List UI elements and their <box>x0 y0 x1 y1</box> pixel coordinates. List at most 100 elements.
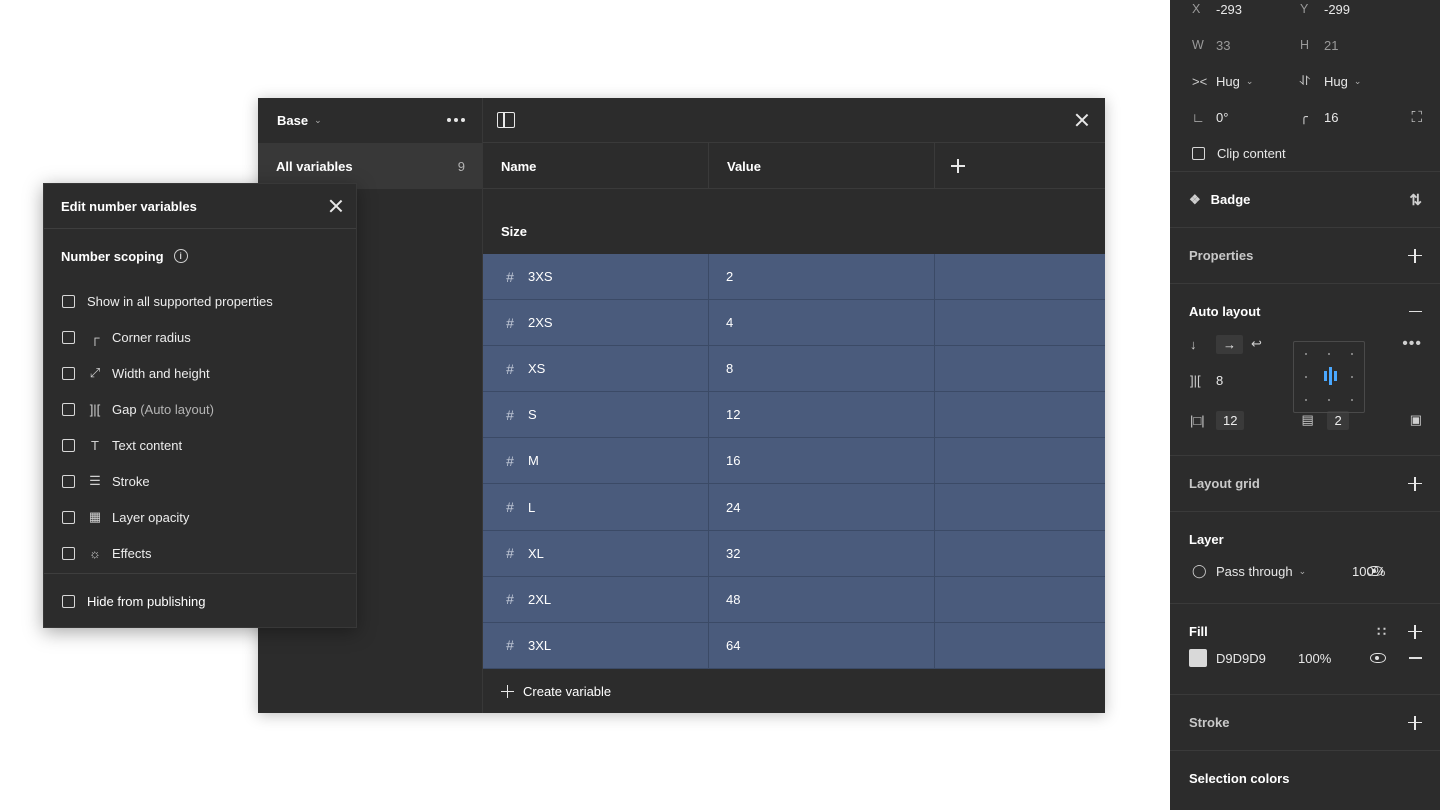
width-input[interactable]: 33 <box>1216 38 1300 53</box>
add-mode-button[interactable] <box>935 143 1105 189</box>
checkbox[interactable] <box>62 510 75 524</box>
vertical-padding-input[interactable]: 2 <box>1327 410 1349 430</box>
checkbox[interactable] <box>62 294 75 308</box>
scope-option-width-height[interactable]: ⤢ Width and height <box>44 355 356 391</box>
column-header-value[interactable]: Value <box>709 143 935 189</box>
close-icon[interactable] <box>1075 113 1089 127</box>
direction-vertical-icon[interactable]: ↓ <box>1190 337 1216 352</box>
add-fill-icon[interactable] <box>1408 624 1422 639</box>
wrap-icon[interactable]: ↩ <box>1251 336 1262 352</box>
alignment-grid[interactable] <box>1293 341 1365 413</box>
variable-value[interactable]: 48 <box>709 576 935 622</box>
close-icon[interactable] <box>329 199 343 213</box>
scope-option-layer-opacity[interactable]: ▦ Layer opacity <box>44 499 356 535</box>
scope-option-text-content[interactable]: T Text content <box>44 427 356 463</box>
height-sizing-dropdown[interactable]: Hug ⌄ <box>1324 74 1361 89</box>
number-hash-icon: # <box>506 591 514 608</box>
table-row[interactable]: # S 12 <box>483 392 1105 439</box>
independent-corners-icon[interactable]: ⛶ <box>1411 109 1422 126</box>
variable-value[interactable]: 8 <box>709 346 935 392</box>
variable-value[interactable]: 64 <box>709 622 935 668</box>
collection-selector[interactable]: Base ⌄ <box>258 98 483 142</box>
variable-value[interactable]: 24 <box>709 484 935 530</box>
fill-opacity-input[interactable]: 100% <box>1298 651 1331 666</box>
style-grid-icon[interactable]: ∷ <box>1377 623 1386 640</box>
option-label: Text content <box>112 437 183 453</box>
variable-value[interactable]: 2 <box>709 254 935 300</box>
scope-option-corner-radius[interactable]: ┌ Corner radius <box>44 319 356 355</box>
checkbox[interactable] <box>62 438 75 452</box>
table-row[interactable]: #2XS 4 <box>483 300 1105 347</box>
scope-option-effects[interactable]: ☼ Effects <box>44 535 356 571</box>
table-row[interactable]: # XL 32 <box>483 530 1105 577</box>
table-row[interactable]: # L 24 <box>483 484 1105 531</box>
fill-hex-input[interactable]: D9D9D9 <box>1216 651 1298 666</box>
variable-rows: #3XS 2 #2XS 4 # XS 8 # S 12 # M 16 # L 2… <box>483 254 1105 669</box>
opacity-icon: ▦ <box>88 509 102 524</box>
info-icon[interactable]: i <box>173 249 188 263</box>
hide-from-publishing-row[interactable]: Hide from publishing <box>44 573 356 628</box>
horizontal-padding-icon: |□| <box>1190 412 1205 428</box>
popover-title: Edit number variables <box>61 198 197 214</box>
remove-auto-layout-icon[interactable] <box>1409 310 1422 313</box>
more-options-icon[interactable]: ••• <box>1402 335 1422 353</box>
checkbox[interactable] <box>62 474 75 488</box>
scope-option-all[interactable]: Show in all supported properties <box>44 283 356 319</box>
gap-input[interactable]: 8 <box>1216 373 1223 388</box>
visibility-eye-icon[interactable] <box>1367 566 1384 576</box>
add-property-icon[interactable] <box>1408 248 1422 263</box>
scope-option-stroke[interactable]: ☰ Stroke <box>44 463 356 499</box>
radius-input[interactable]: 16 <box>1324 110 1338 125</box>
blend-mode-icon: ◯ <box>1192 563 1207 578</box>
clip-content-checkbox[interactable] <box>1192 146 1205 160</box>
table-row[interactable]: # XS 8 <box>483 346 1105 393</box>
checkbox[interactable] <box>62 546 75 560</box>
table-row[interactable]: # M 16 <box>483 438 1105 485</box>
x-input[interactable]: -293 <box>1216 2 1300 17</box>
checkbox[interactable] <box>62 366 75 380</box>
variable-value[interactable]: 4 <box>709 300 935 346</box>
variable-name: XS <box>528 361 546 377</box>
stroke-label: Stroke <box>1189 715 1230 730</box>
blend-mode-dropdown[interactable]: Pass through ⌄ <box>1216 564 1352 579</box>
scope-option-gap[interactable]: ]|[ Gap (Auto layout) <box>44 391 356 427</box>
table-row[interactable]: #3XS 2 <box>483 254 1105 301</box>
horizontal-padding-input[interactable]: 12 <box>1216 410 1245 430</box>
rotation-input[interactable]: 0° <box>1216 110 1300 125</box>
option-label: Gap <box>112 401 137 417</box>
gap-icon: ]|[ <box>1190 372 1201 388</box>
add-stroke-icon[interactable] <box>1408 715 1422 730</box>
add-layout-grid-icon[interactable] <box>1408 476 1422 491</box>
sidebar-toggle-icon[interactable] <box>497 112 515 128</box>
blend-mode-value: Pass through <box>1216 563 1293 579</box>
y-input[interactable]: -299 <box>1324 2 1350 17</box>
height-input[interactable]: 21 <box>1324 38 1338 53</box>
checkbox[interactable] <box>62 402 75 416</box>
column-header-name[interactable]: Name <box>483 143 709 189</box>
create-variable-button[interactable]: Create variable <box>483 670 1105 713</box>
option-label: Show in all supported properties <box>87 293 273 309</box>
variable-value[interactable]: 16 <box>709 438 935 484</box>
stroke-section: Stroke <box>1170 695 1440 751</box>
variable-value[interactable]: 12 <box>709 392 935 438</box>
individual-padding-icon[interactable]: ▣ <box>1410 412 1422 428</box>
number-scoping-label: Number scoping <box>61 248 164 264</box>
option-label: Stroke <box>112 473 150 489</box>
edit-number-variables-popover: Edit number variables Number scoping i S… <box>43 183 357 628</box>
remove-fill-icon[interactable] <box>1409 657 1422 659</box>
chevron-down-icon: ⌄ <box>1245 76 1254 86</box>
variable-value[interactable]: 32 <box>709 530 935 576</box>
corner-radius-icon: ╭ <box>1300 109 1308 124</box>
h-label: H <box>1300 38 1310 52</box>
fill-color-swatch[interactable] <box>1189 649 1207 667</box>
table-row[interactable]: #2XL 48 <box>483 576 1105 623</box>
table-row[interactable]: #3XL 64 <box>483 622 1105 669</box>
checkbox[interactable] <box>62 330 75 344</box>
number-hash-icon: # <box>506 406 514 423</box>
direction-horizontal-icon[interactable]: → <box>1216 334 1243 354</box>
checkbox[interactable] <box>62 594 75 608</box>
visibility-eye-icon[interactable] <box>1370 653 1386 663</box>
component-settings-icon[interactable]: ⇅ <box>1409 191 1422 209</box>
width-sizing-dropdown[interactable]: Hug ⌄ <box>1216 74 1300 89</box>
more-options-icon[interactable] <box>447 118 465 122</box>
